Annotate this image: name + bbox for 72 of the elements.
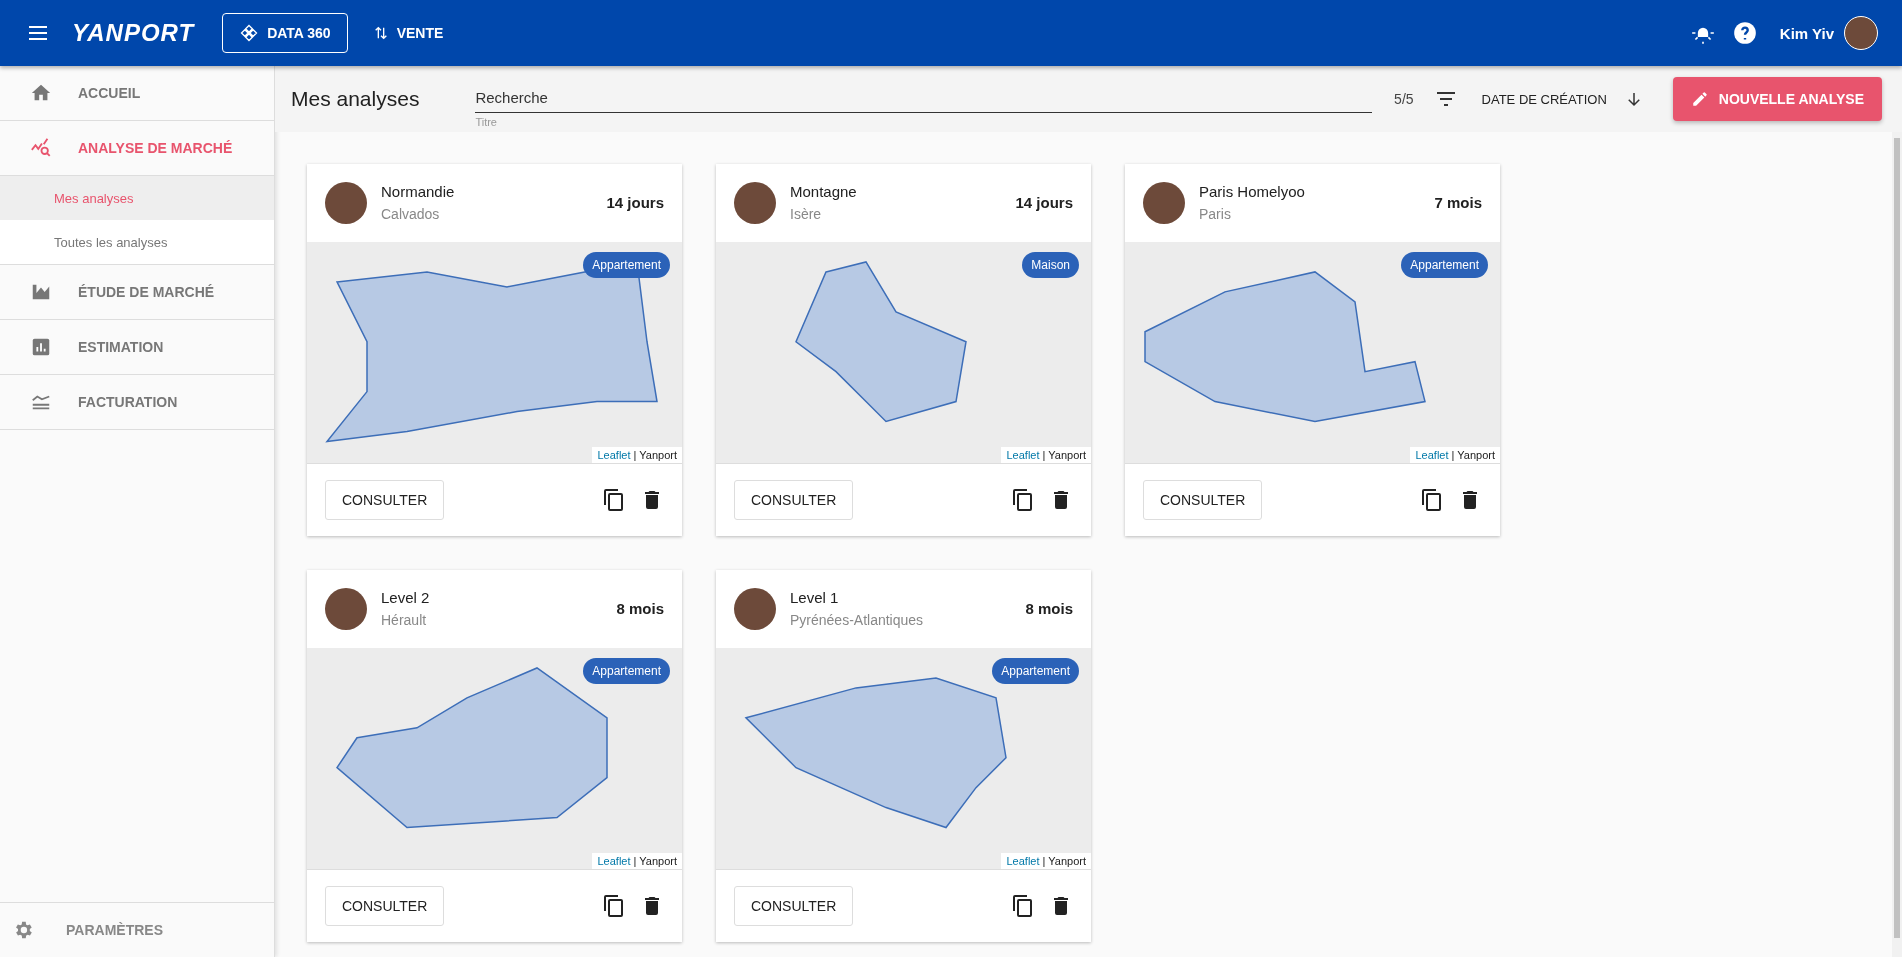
avatar — [734, 587, 776, 630]
avatar — [325, 587, 367, 630]
sidebar-item[interactable]: FACTURATION — [0, 375, 274, 430]
map-attribution: Leaflet | Yanport — [1001, 853, 1091, 870]
map-attribution: Leaflet | Yanport — [592, 447, 682, 464]
card-age: 8 mois — [1025, 600, 1073, 618]
leaflet-link[interactable]: Leaflet — [597, 449, 631, 462]
card-subtitle: Paris — [1199, 206, 1232, 223]
map-placeholder[interactable]: Appartement Leaflet | Yanport — [307, 647, 682, 870]
consult-button[interactable]: CONSULTER — [325, 480, 445, 521]
copy-icon[interactable] — [1420, 488, 1444, 513]
map-placeholder[interactable]: Appartement Leaflet | Yanport — [1125, 241, 1500, 464]
card-title: Montagne — [790, 183, 858, 201]
scrollbar-thumb[interactable] — [1894, 138, 1900, 938]
search-helper-text: Titre — [475, 115, 497, 128]
card-title: Level 2 — [381, 589, 431, 607]
nav-tab[interactable]: DATA 360 — [222, 13, 348, 53]
copy-icon[interactable] — [602, 488, 626, 513]
sort-button[interactable]: DATE DE CRÉATION — [1477, 87, 1611, 111]
card-title: Paris Homelyoo — [1199, 183, 1306, 201]
leaflet-link[interactable]: Leaflet — [597, 855, 631, 868]
property-type-badge: Appartement — [583, 657, 670, 684]
search-field[interactable]: Recherche — [475, 84, 1373, 113]
card-title: Level 1 — [790, 589, 840, 607]
avatar — [734, 181, 776, 224]
sidebar-item[interactable]: ACCUEIL — [0, 66, 274, 121]
map-placeholder[interactable]: Appartement Leaflet | Yanport — [307, 241, 682, 464]
avatar — [325, 181, 367, 224]
leaflet-link[interactable]: Leaflet — [1006, 855, 1040, 868]
map-attribution: Leaflet | Yanport — [592, 853, 682, 870]
card-subtitle: Calvados — [381, 206, 441, 223]
map-placeholder[interactable]: Appartement Leaflet | Yanport — [716, 647, 1091, 870]
result-count: 5/5 — [1394, 91, 1414, 107]
card-subtitle: Pyrénées-Atlantiques — [790, 612, 925, 629]
new-analysis-button[interactable]: NOUVELLE ANALYSE — [1672, 77, 1882, 121]
copy-icon[interactable] — [602, 894, 626, 919]
avatar[interactable] — [1844, 16, 1878, 50]
map-placeholder[interactable]: Maison Leaflet | Yanport — [716, 241, 1091, 464]
page-title: Mes analyses — [291, 87, 420, 111]
map-attribution: Leaflet | Yanport — [1001, 447, 1091, 464]
nav-tab[interactable]: VENTE — [355, 13, 461, 53]
card-title: Normandie — [381, 183, 456, 201]
consult-button[interactable]: CONSULTER — [1143, 480, 1263, 521]
leaflet-link[interactable]: Leaflet — [1006, 449, 1040, 462]
consult-button[interactable]: CONSULTER — [325, 886, 445, 927]
chart-search-icon — [30, 137, 52, 159]
card-subtitle: Isère — [790, 206, 823, 223]
bar-chart-icon — [30, 336, 52, 358]
avatar — [1143, 181, 1185, 224]
property-type-badge: Appartement — [583, 251, 670, 278]
consult-button[interactable]: CONSULTER — [734, 480, 854, 521]
card-age: 8 mois — [616, 600, 664, 618]
card-age: 14 jours — [606, 194, 664, 212]
property-type-badge: Maison — [1022, 251, 1079, 278]
sidebar-item[interactable]: ESTIMATION — [0, 320, 274, 375]
card-subtitle: Hérault — [381, 612, 428, 629]
copy-icon[interactable] — [1011, 894, 1035, 919]
sidebar-item[interactable]: ÉTUDE DE MARCHÉ — [0, 265, 274, 320]
property-type-badge: Appartement — [1401, 251, 1488, 278]
card-age: 14 jours — [1015, 194, 1073, 212]
property-type-badge: Appartement — [992, 657, 1079, 684]
map-attribution: Leaflet | Yanport — [1410, 447, 1500, 464]
diamond-icon — [239, 23, 260, 43]
pencil-icon — [1690, 90, 1709, 108]
copy-icon[interactable] — [1011, 488, 1035, 513]
leaflet-link[interactable]: Leaflet — [1415, 449, 1449, 462]
user-name[interactable]: Kim Yiv — [1779, 24, 1834, 42]
consult-button[interactable]: CONSULTER — [734, 886, 854, 927]
help-icon[interactable] — [1731, 20, 1758, 46]
card-age: 7 mois — [1434, 194, 1482, 212]
logo[interactable]: YANPORT — [72, 19, 195, 47]
sidebar-subitem[interactable]: Toutes les analyses — [0, 220, 274, 264]
